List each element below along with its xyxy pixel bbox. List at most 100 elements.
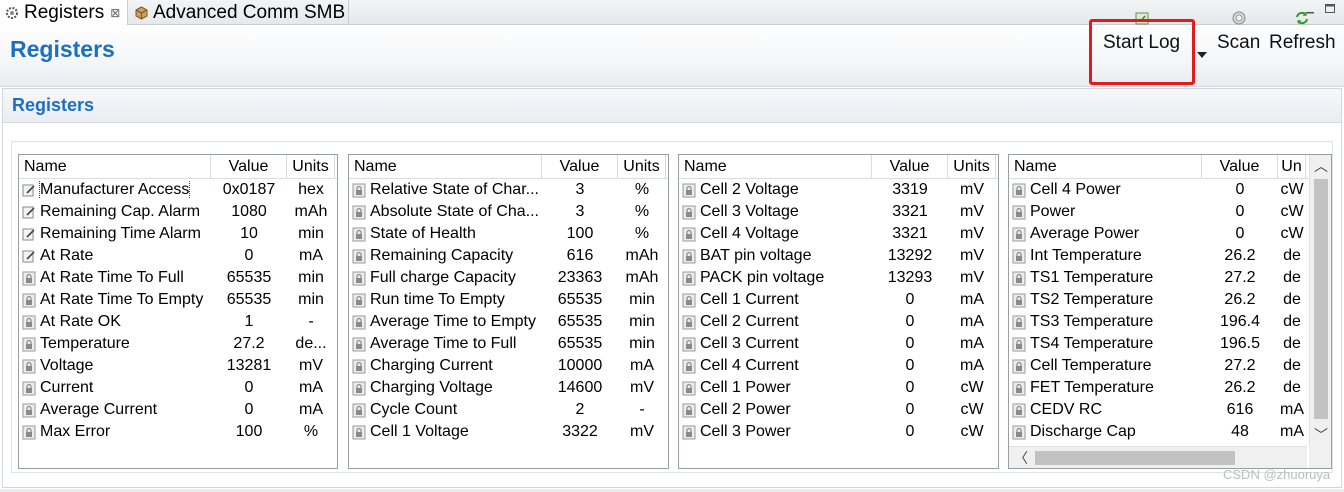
lock-icon	[682, 337, 696, 352]
table-row[interactable]: Manufacturer Access 0x0187 hex	[19, 179, 337, 201]
register-value[interactable]: 0x0187	[211, 181, 287, 199]
table-row[interactable]: Power 0 cW	[1009, 201, 1331, 223]
register-name-cell: Cycle Count	[349, 401, 542, 419]
register-units: mA	[1280, 401, 1304, 418]
scroll-up-icon[interactable]: ︿	[1312, 157, 1330, 175]
start-log-dropdown-icon[interactable]	[1197, 52, 1207, 58]
table-row[interactable]: Cell 3 Voltage 3321 mV	[679, 201, 998, 223]
lock-icon	[1012, 425, 1026, 440]
column-header-name[interactable]: Name	[679, 155, 872, 178]
lock-icon	[22, 359, 36, 374]
table-row[interactable]: TS1 Temperature 27.2 de	[1009, 267, 1331, 289]
table-row[interactable]: Charging Current 10000 mA	[349, 355, 668, 377]
table-row[interactable]: At Rate Time To Empty 65535 min	[19, 289, 337, 311]
scrollbar-thumb[interactable]	[1314, 179, 1328, 419]
column-header-units[interactable]: Units	[287, 155, 335, 178]
table-row[interactable]: TS3 Temperature 196.4 de	[1009, 311, 1331, 333]
table-row[interactable]: TS2 Temperature 26.2 de	[1009, 289, 1331, 311]
table-row[interactable]: PACK pin voltage 13293 mV	[679, 267, 998, 289]
table-row[interactable]: Average Time to Empty 65535 min	[349, 311, 668, 333]
table-row[interactable]: Absolute State of Cha... 3%	[349, 201, 668, 223]
register-value: 65535	[557, 335, 603, 352]
table-row[interactable]: Cell 1 Power 0 cW	[679, 377, 998, 399]
table-row[interactable]: Charging Voltage 14600 mV	[349, 377, 668, 399]
register-value[interactable]: 1080	[211, 203, 287, 221]
register-name: Remaining Cap. Alarm	[40, 203, 201, 220]
register-name-cell: TS3 Temperature	[1009, 313, 1202, 331]
table-row[interactable]: Current 0 mA	[19, 377, 337, 399]
horizontal-scrollbar[interactable]: 〈	[1009, 446, 1307, 468]
column-header-name[interactable]: Name	[349, 155, 542, 178]
table-row[interactable]: Cell 4 Current 0 mA	[679, 355, 998, 377]
table-row[interactable]: Remaining Time Alarm 10 min	[19, 223, 337, 245]
table-row[interactable]: Cell 3 Current 0 mA	[679, 333, 998, 355]
scan-button[interactable]: Scan	[1217, 8, 1260, 54]
column-header-name[interactable]: Name	[1009, 155, 1202, 178]
table-row[interactable]: Full charge Capacity 23363 mAh	[349, 267, 668, 289]
refresh-button[interactable]: Refresh	[1269, 8, 1336, 54]
table-row[interactable]: Average Time to Full 65535 min	[349, 333, 668, 355]
scrollbar-thumb[interactable]	[1035, 451, 1235, 465]
register-value: 23363	[557, 269, 603, 286]
register-units: cW	[1280, 225, 1304, 242]
table-row[interactable]: Remaining Cap. Alarm 1080 mAh	[19, 201, 337, 223]
table-row[interactable]: Relative State of Char... 3%	[349, 179, 668, 201]
table-row[interactable]: Cell 4 Voltage 3321 mV	[679, 223, 998, 245]
scroll-down-icon[interactable]: ﹀	[1312, 426, 1330, 444]
table-row[interactable]: Cell 2 Current 0 mA	[679, 311, 998, 333]
table-row[interactable]: Cell 2 Power 0 cW	[679, 399, 998, 421]
table-row[interactable]: At Rate Time To Full 65535 min	[19, 267, 337, 289]
tab-advanced-comm-smb[interactable]: Advanced Comm SMB	[129, 0, 349, 25]
register-value[interactable]: 10	[211, 225, 287, 243]
table-row[interactable]: Cell 2 Voltage 3319 mV	[679, 179, 998, 201]
register-units: mA	[960, 291, 984, 308]
close-icon[interactable]: ⊠	[110, 6, 120, 20]
lock-icon	[352, 337, 366, 352]
register-units: %	[634, 225, 650, 242]
register-name: Average Time to Full	[370, 335, 517, 352]
table-row[interactable]: Cell Temperature 27.2 de	[1009, 355, 1331, 377]
table-row[interactable]: Cycle Count 2 -	[349, 399, 668, 421]
table-row[interactable]: Cell 1 Current 0 mA	[679, 289, 998, 311]
column-header-units[interactable]: Units	[948, 155, 996, 178]
table-row[interactable]: Temperature 27.2 de...	[19, 333, 337, 355]
table-row[interactable]: At Rate 0 mA	[19, 245, 337, 267]
scroll-left-icon[interactable]: 〈	[1012, 449, 1030, 467]
table-row[interactable]: Cell 1 Voltage 3322 mV	[349, 421, 668, 443]
table-row[interactable]: CEDV RC 616 mA	[1009, 399, 1331, 421]
column-header-units[interactable]: Un	[1278, 155, 1306, 178]
column-header-units[interactable]: Units	[618, 155, 666, 178]
table-row[interactable]: BAT pin voltage 13292 mV	[679, 245, 998, 267]
lock-icon	[682, 249, 696, 264]
column-header-name[interactable]: Name	[19, 155, 211, 178]
column-header-value[interactable]: Value	[211, 155, 287, 178]
table-row[interactable]: State of Health 100%	[349, 223, 668, 245]
table-row[interactable]: Average Current 0 mA	[19, 399, 337, 421]
table-row[interactable]: At Rate OK 1 -	[19, 311, 337, 333]
table-row[interactable]: Max Error 100%	[19, 421, 337, 443]
register-name: Current	[40, 379, 94, 396]
table-row[interactable]: Cell 4 Power 0 cW	[1009, 179, 1331, 201]
table-row[interactable]: Int Temperature 26.2 de	[1009, 245, 1331, 267]
table-row[interactable]: Run time To Empty 65535 min	[349, 289, 668, 311]
register-units: min	[629, 313, 655, 330]
column-header-value[interactable]: Value	[1202, 155, 1278, 178]
table-row[interactable]: Cell 3 Power 0 cW	[679, 421, 998, 443]
table-row[interactable]: FET Temperature 26.2 de	[1009, 377, 1331, 399]
table-row[interactable]: TS4 Temperature 196.5 de	[1009, 333, 1331, 355]
register-value: 2	[575, 401, 585, 418]
table-row[interactable]: Voltage 13281 mV	[19, 355, 337, 377]
column-header-value[interactable]: Value	[542, 155, 618, 178]
register-table: Name Value Units Cell 2 Voltage 3319 mV Cell 3…	[678, 154, 999, 469]
register-name-cell: Average Time to Full	[349, 335, 542, 353]
section-header[interactable]: Registers	[3, 89, 1341, 123]
column-header-value[interactable]: Value	[872, 155, 948, 178]
register-value[interactable]: 0	[211, 247, 287, 265]
tab-registers[interactable]: Registers ⊠	[0, 0, 128, 25]
register-units: mA	[299, 379, 323, 396]
vertical-scrollbar[interactable]: ︿ ﹀	[1309, 155, 1331, 446]
table-row[interactable]: Remaining Capacity 616 mAh	[349, 245, 668, 267]
register-name: Cell 1 Power	[700, 379, 791, 396]
table-row[interactable]: Discharge Cap 48 mA	[1009, 421, 1331, 443]
table-row[interactable]: Average Power 0 cW	[1009, 223, 1331, 245]
